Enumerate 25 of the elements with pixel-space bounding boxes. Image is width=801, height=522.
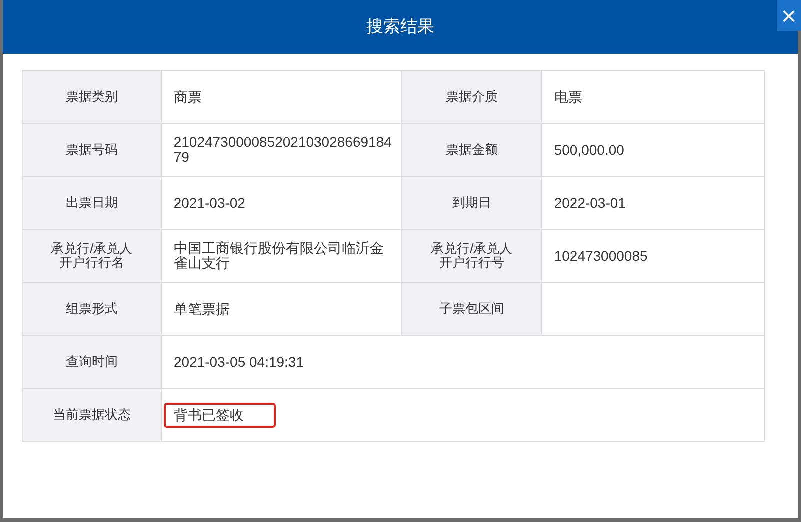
field-label: 出票日期: [23, 177, 162, 230]
value-text: 电票: [553, 90, 584, 104]
value-text: 210247300008520210302866918479: [172, 135, 393, 165]
value-text: 500,000.00: [553, 142, 626, 158]
value-text: 商票: [172, 90, 203, 104]
value-text: 102473000085: [553, 248, 649, 264]
field-label: 组票形式: [23, 283, 162, 336]
dialog-title: 搜索结果: [366, 16, 434, 38]
field-label: 票据类别: [23, 71, 162, 124]
field-label: 子票包区间: [402, 283, 542, 336]
close-button[interactable]: ×: [777, 0, 801, 31]
value-text: 中国工商银行股份有限公司临沂金雀山支行: [172, 241, 385, 271]
field-label: 查询时间: [23, 336, 162, 389]
field-label: 承兑行/承兑人开户行行号: [402, 230, 542, 283]
field-label: 承兑行/承兑人开户行行名: [23, 230, 162, 283]
value-text: 单笔票据: [172, 302, 231, 316]
value-text: 2021-03-05 04:19:31: [173, 354, 305, 370]
value-text: 2021-03-02: [172, 196, 246, 210]
field-label: 到期日: [402, 177, 542, 230]
field-label: 票据介质: [402, 71, 542, 124]
field-label: 当前票据状态: [23, 389, 162, 442]
field-label: 票据金额: [402, 124, 542, 177]
value-text: 2022-03-01: [553, 196, 627, 210]
value-text: 背书已签收: [164, 402, 276, 428]
field-label: 票据号码: [23, 124, 162, 177]
